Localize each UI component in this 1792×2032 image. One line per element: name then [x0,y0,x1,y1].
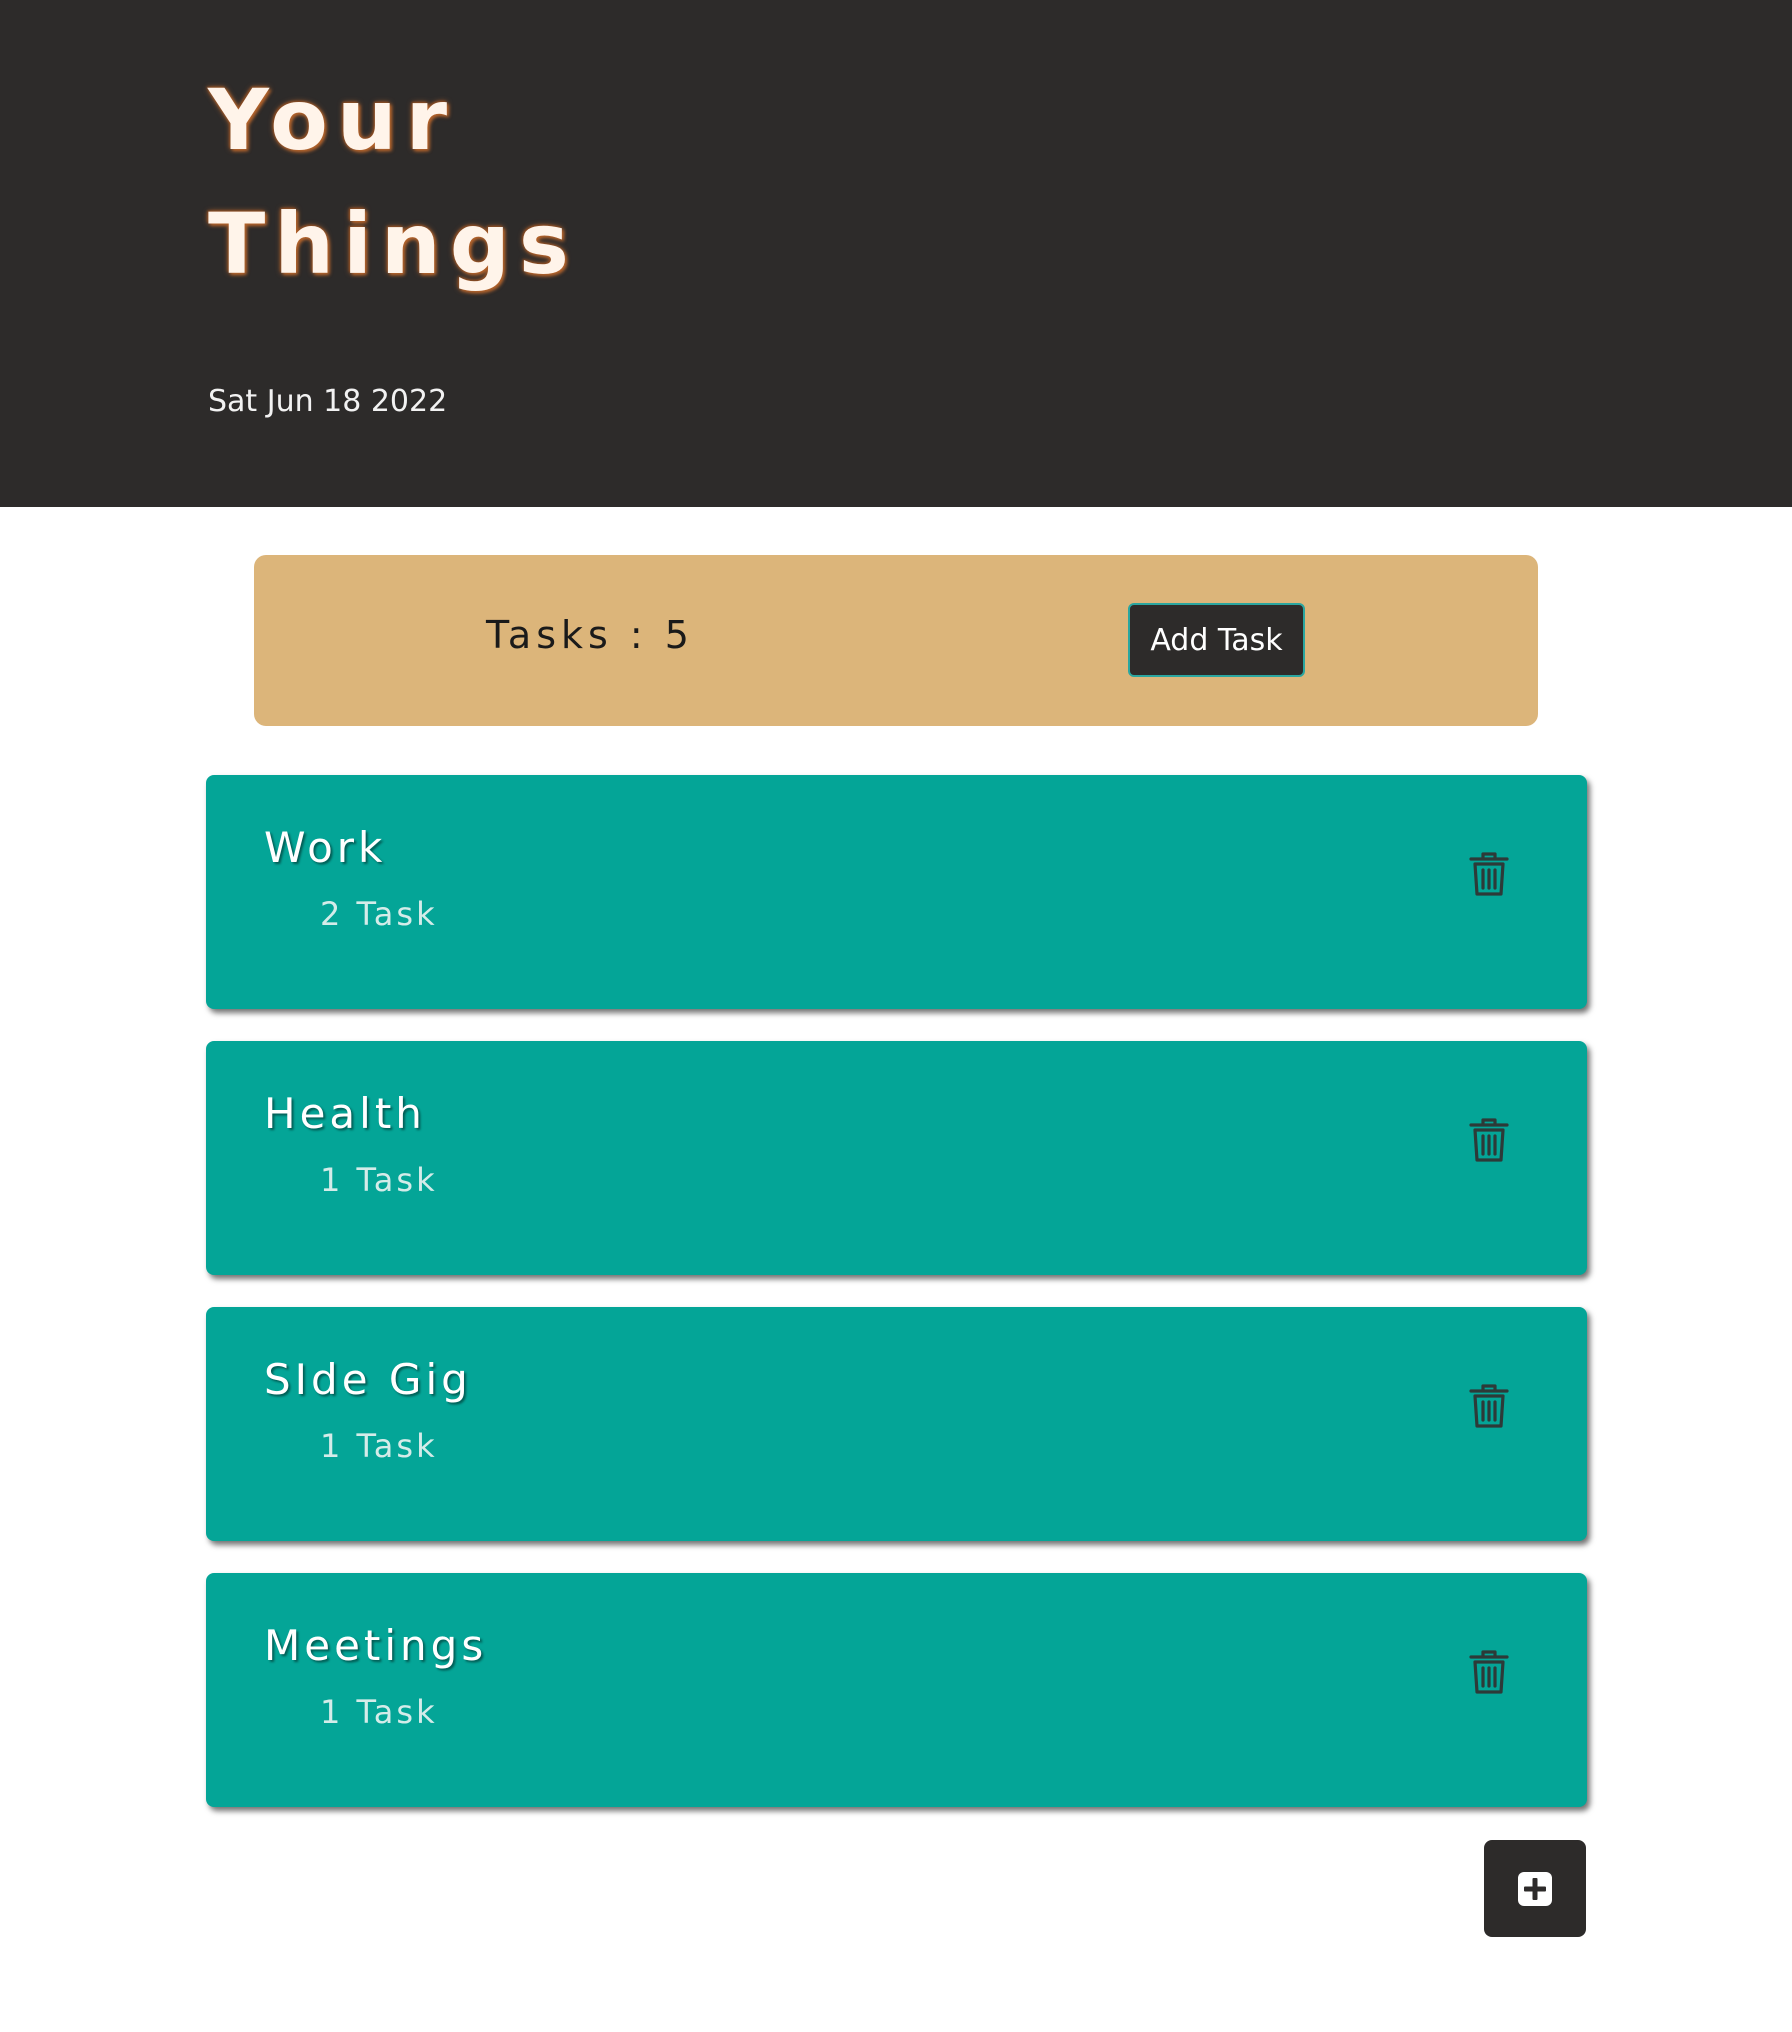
add-task-button[interactable]: Add Task [1128,603,1305,677]
title-line-2: Things [208,195,578,293]
list-name: Work [264,823,387,872]
plus-square-icon [1518,1871,1552,1906]
list-card-health[interactable]: Health 1 Task [206,1041,1587,1275]
app-header: Your Things Sat Jun 18 2022 [0,0,1792,507]
trash-icon[interactable] [1469,1117,1509,1163]
list-task-count: 1 Task [320,1693,438,1731]
task-summary-bar: Tasks : 5 Add Task [254,555,1538,726]
trash-icon[interactable] [1469,851,1509,897]
title-line-1: Your [208,71,457,169]
list-name: SIde Gig [264,1355,472,1404]
add-list-button[interactable] [1484,1840,1586,1937]
list-task-count: 1 Task [320,1427,438,1465]
list-card-meetings[interactable]: Meetings 1 Task [206,1573,1587,1807]
tasks-count-label: Tasks : 5 [486,613,694,657]
list-name: Health [264,1089,426,1138]
list-card-work[interactable]: Work 2 Task [206,775,1587,1009]
list-name: Meetings [264,1621,488,1670]
list-card-side-gig[interactable]: SIde Gig 1 Task [206,1307,1587,1541]
current-date: Sat Jun 18 2022 [208,384,448,419]
page-title: Your Things [208,58,578,306]
trash-icon[interactable] [1469,1383,1509,1429]
list-task-count: 2 Task [320,895,438,933]
trash-icon[interactable] [1469,1649,1509,1695]
task-lists: Work 2 Task Health 1 Task SIde Gig 1 Tas… [206,775,1587,1839]
list-task-count: 1 Task [320,1161,438,1199]
